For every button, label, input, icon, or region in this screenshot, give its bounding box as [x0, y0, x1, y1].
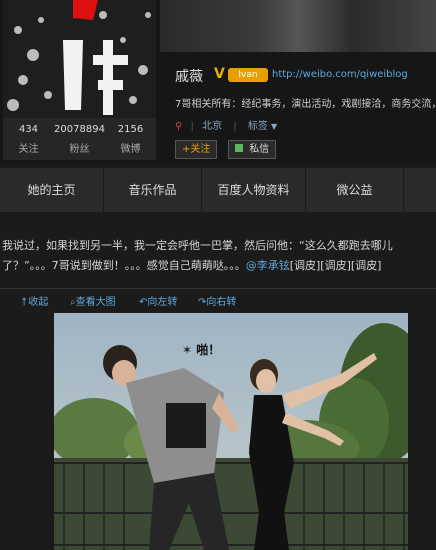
stat-value: 434: [18, 124, 39, 135]
message-button[interactable]: 私信: [228, 140, 277, 159]
location-pin-icon: ⚲: [175, 121, 183, 132]
chevron-down-icon[interactable]: ▼: [271, 122, 277, 131]
stat-label: 微博: [120, 144, 141, 155]
message-label: 私信: [249, 144, 270, 155]
message-icon: [235, 144, 243, 152]
tab-music[interactable]: 音乐作品: [104, 168, 202, 212]
profile-nav: 她的主页 音乐作品 百度人物资料 微公益: [0, 168, 436, 212]
stat-value: 20078894: [54, 124, 105, 135]
profile-stats: 434 关注 20078894 粉丝 2156 微博: [3, 118, 156, 160]
verified-badge[interactable]: V: [214, 66, 225, 82]
view-large-label: 查看大图: [75, 297, 116, 308]
tab-charity[interactable]: 微公益: [306, 168, 404, 212]
stat-label: 粉丝: [69, 144, 90, 155]
profile-description: 7哥相关所有：经纪事务，演出活动，戏剧接洽，商务交流，: [175, 99, 436, 110]
stat-posts[interactable]: 2156 微博: [105, 118, 156, 160]
follow-label: +关注: [182, 144, 211, 155]
follow-button[interactable]: +关注: [175, 140, 218, 159]
view-large-button[interactable]: ⌕查看大图: [70, 293, 116, 308]
post-tail: [调皮][调皮][调皮]: [289, 259, 382, 272]
stat-fans[interactable]: 20078894 粉丝: [54, 118, 105, 160]
post-photo[interactable]: ✶ 啪！: [54, 313, 408, 550]
profile-name: 戚薇: [175, 69, 203, 85]
stat-label: 关注: [18, 144, 39, 155]
tab-home[interactable]: 她的主页: [0, 168, 104, 212]
post-text: 我说过，如果找到另一半，我一定会呼他一巴掌，然后问他：“这么久都跑去哪儿了？”。…: [2, 236, 434, 276]
location-row: ⚲ | 北京 | 标签 ▼: [175, 121, 278, 132]
photo-caption: ✶ 啪！: [182, 341, 220, 358]
tab-baidu-profile[interactable]: 百度人物资料: [202, 168, 306, 212]
stat-following[interactable]: 434 关注: [3, 118, 54, 160]
rotate-left-label: 向左转: [147, 297, 178, 308]
collapse-button[interactable]: ↑收起: [20, 293, 48, 308]
avatar[interactable]: [3, 0, 156, 118]
collapse-label: 收起: [28, 297, 49, 308]
photo-caption-text: 啪！: [196, 343, 221, 357]
mention-link[interactable]: @李承铉: [246, 259, 290, 272]
rotate-right-button[interactable]: ↷向右转: [198, 293, 236, 308]
level-badge[interactable]: Ivan: [228, 68, 268, 82]
stat-value: 2156: [117, 124, 144, 135]
location-text: 北京: [202, 121, 223, 132]
profile-url[interactable]: http://weibo.com/qiweiblog: [272, 69, 408, 80]
tags-link[interactable]: 标签: [248, 121, 268, 132]
anger-icon: ✶: [182, 343, 193, 357]
profile-banner: [160, 0, 436, 52]
rotate-right-label: 向右转: [206, 297, 237, 308]
rotate-left-button[interactable]: ↶向左转: [139, 293, 177, 308]
